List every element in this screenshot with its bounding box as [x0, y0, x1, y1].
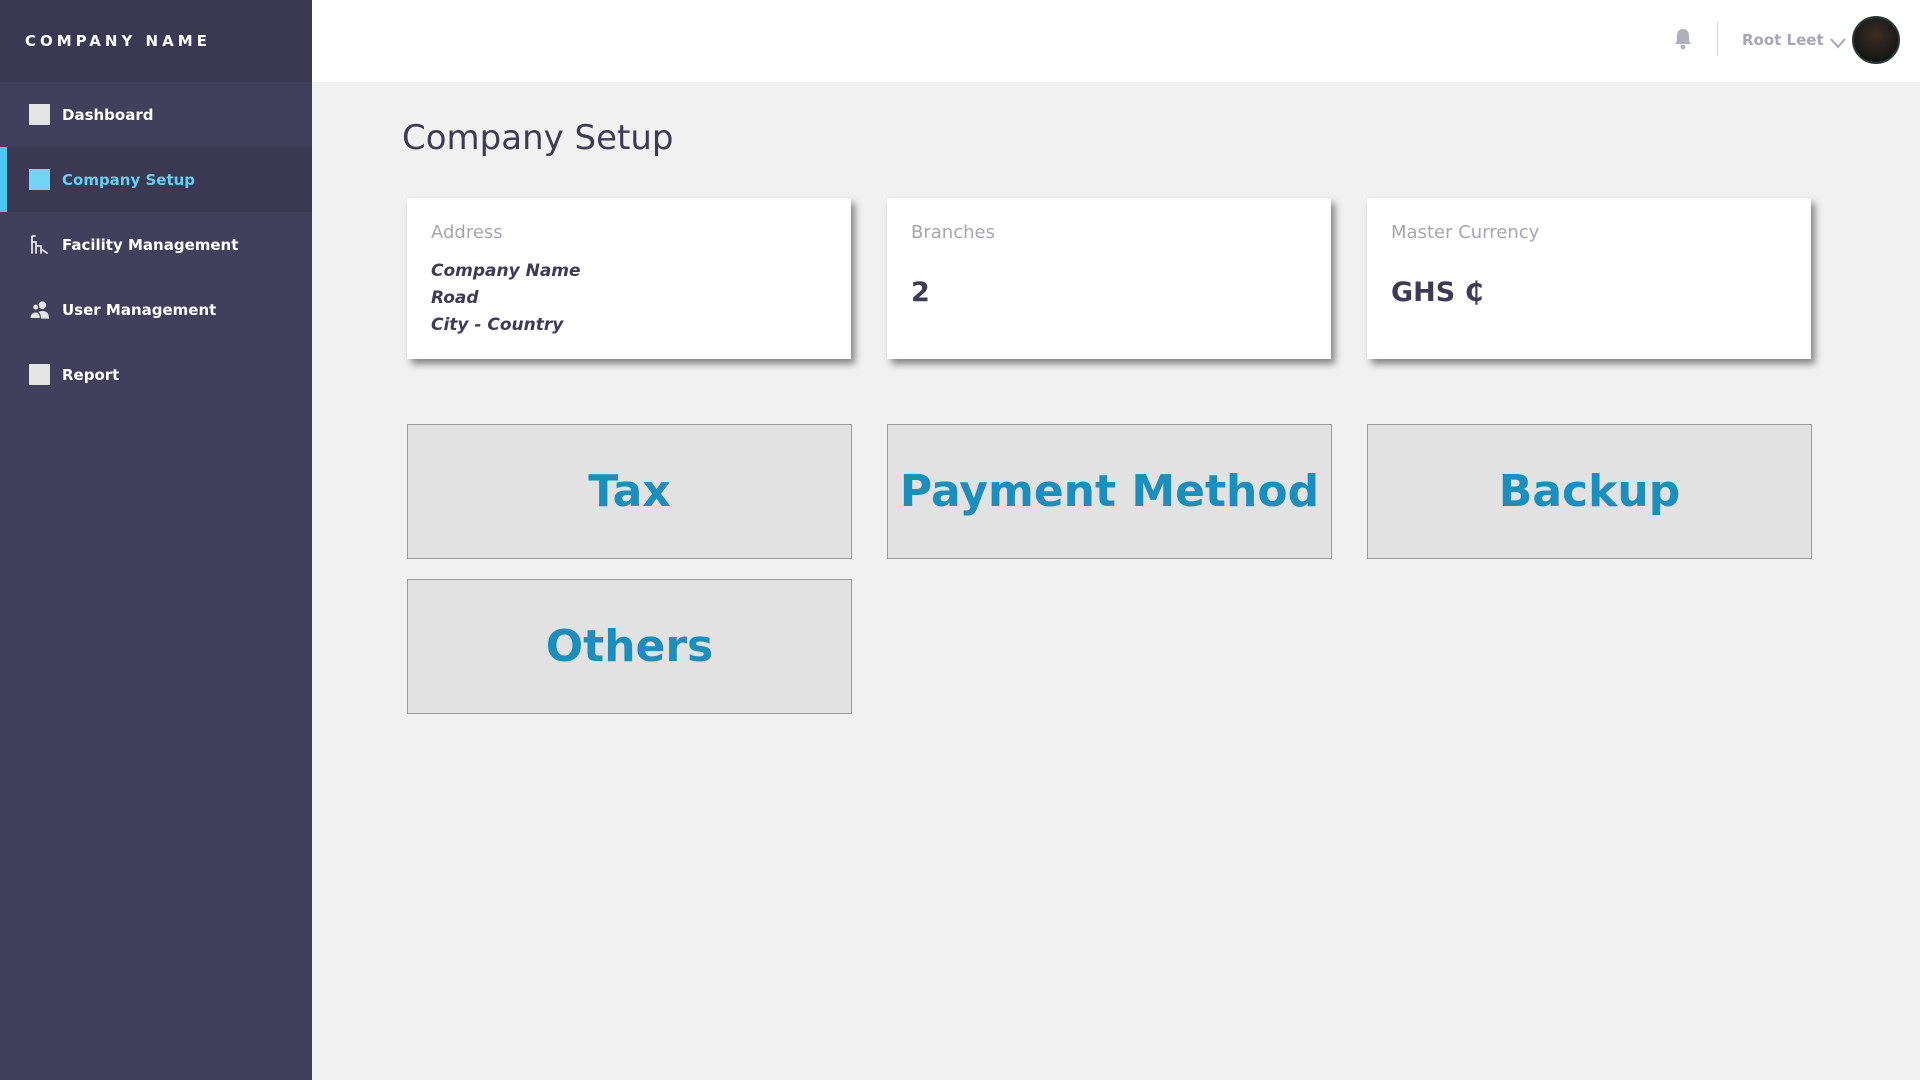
users-icon — [29, 299, 50, 320]
avatar[interactable] — [1852, 16, 1900, 64]
others-tile[interactable]: Others — [407, 579, 852, 714]
address-label: Address — [431, 222, 503, 243]
sidebar-item-report[interactable]: Report — [0, 342, 312, 407]
sidebar-item-label: Company Setup — [62, 170, 196, 189]
top-bar: Root Leet — [312, 0, 1920, 82]
sidebar-item-facility-management[interactable]: Facility Management — [0, 212, 312, 277]
address-line: Road — [431, 288, 479, 308]
bell-icon[interactable] — [1673, 27, 1693, 51]
user-menu[interactable]: Root Leet — [1742, 28, 1846, 52]
sidebar-item-label: Dashboard — [62, 105, 154, 124]
sidebar-item-user-management[interactable]: User Management — [0, 277, 312, 342]
chevron-down-icon — [1829, 34, 1846, 49]
page-title: Company Setup — [402, 118, 674, 158]
currency-value: GHS ₵ — [1391, 277, 1484, 308]
header-divider — [1717, 22, 1718, 56]
tile-label: Others — [545, 621, 714, 672]
address-line: City - Country — [431, 315, 564, 335]
backup-tile[interactable]: Backup — [1367, 424, 1812, 559]
sidebar-item-label: User Management — [62, 300, 217, 319]
sidebar-item-dashboard[interactable]: Dashboard — [0, 82, 312, 147]
branches-card: Branches 2 — [887, 198, 1331, 359]
square-icon — [29, 169, 50, 190]
square-icon — [29, 364, 50, 385]
branches-label: Branches — [911, 222, 995, 243]
tile-label: Payment Method — [899, 466, 1320, 517]
payment-method-tile[interactable]: Payment Method — [887, 424, 1332, 559]
sidebar-item-label: Report — [62, 365, 120, 384]
sidebar-nav: Dashboard Company Setup Facility Managem… — [0, 82, 312, 407]
user-name: Root Leet — [1742, 31, 1824, 49]
currency-card: Master Currency GHS ₵ — [1367, 198, 1811, 359]
tile-label: Backup — [1498, 466, 1681, 517]
sidebar-item-company-setup[interactable]: Company Setup — [0, 147, 312, 212]
branches-value: 2 — [911, 277, 930, 308]
square-icon — [29, 104, 50, 125]
tile-label: Tax — [588, 466, 671, 517]
address-line: Company Name — [431, 261, 581, 281]
tax-tile[interactable]: Tax — [407, 424, 852, 559]
address-card: Address Company Name Road City - Country — [407, 198, 851, 359]
facility-icon — [29, 234, 50, 255]
sidebar: COMPANY NAME Dashboard Company Setup Fac… — [0, 0, 312, 1080]
currency-label: Master Currency — [1391, 222, 1540, 243]
brand-name: COMPANY NAME — [0, 0, 312, 82]
sidebar-item-label: Facility Management — [62, 235, 239, 254]
